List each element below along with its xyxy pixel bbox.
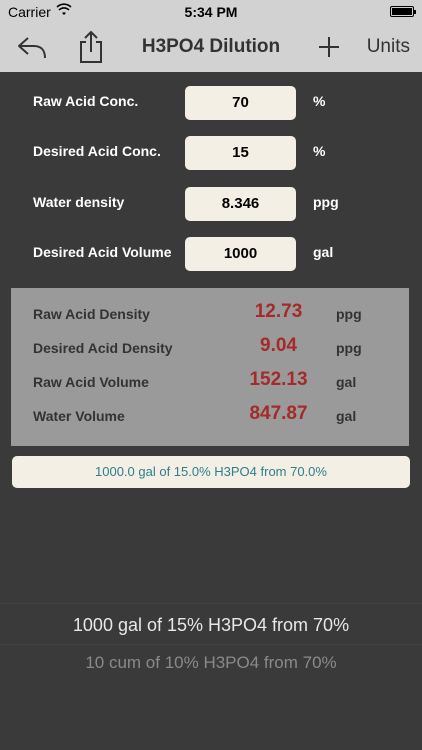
raw-acid-volume-unit: gal [336, 374, 357, 390]
raw-acid-conc-unit: % [313, 93, 326, 109]
add-icon[interactable] [316, 32, 342, 62]
raw-acid-density-unit: ppg [336, 306, 362, 322]
results-panel: Raw Acid Density 12.73 ppg Desired Acid … [11, 288, 409, 446]
desired-acid-density-value: 9.04 [260, 335, 297, 356]
desired-acid-density-unit: ppg [336, 340, 362, 356]
water-density-unit: ppg [313, 194, 339, 210]
page-title: H3PO4 Dilution [141, 36, 281, 57]
input-row-water-density: Water density 8.346 ppg [0, 187, 422, 227]
navigation-bar: H3PO4 Dilution Units [0, 24, 422, 72]
input-row-desired-acid-conc: Desired Acid Conc. 15 % [0, 136, 422, 176]
water-volume-label: Water Volume [33, 408, 125, 424]
picker-item[interactable]: 10 cum of 10% H3PO4 from 70% [0, 645, 422, 681]
water-density-label: Water density [33, 194, 125, 210]
preset-picker[interactable]: 1000 gal of 15% H3PO4 from 70% 10 cum of… [0, 603, 422, 683]
result-row-raw-acid-volume: Raw Acid Volume 152.13 gal [11, 366, 409, 394]
result-row-desired-acid-density: Desired Acid Density 9.04 ppg [11, 332, 409, 360]
battery-icon [390, 6, 416, 17]
result-row-raw-acid-density: Raw Acid Density 12.73 ppg [11, 298, 409, 326]
raw-acid-volume-value: 152.13 [249, 369, 308, 390]
summary-text: 1000.0 gal of 15.0% H3PO4 from 70.0% [12, 456, 410, 488]
desired-acid-volume-unit: gal [313, 244, 334, 260]
input-row-desired-acid-volume: Desired Acid Volume 1000 gal [0, 237, 422, 277]
raw-acid-density-label: Raw Acid Density [33, 306, 150, 322]
desired-acid-conc-unit: % [313, 143, 326, 159]
status-bar: Carrier 5:34 PM [0, 0, 422, 24]
units-button[interactable]: Units [367, 36, 410, 58]
desired-acid-conc-label: Desired Acid Conc. [33, 143, 161, 159]
desired-acid-volume-label: Desired Acid Volume [33, 244, 172, 260]
raw-acid-volume-label: Raw Acid Volume [33, 374, 149, 390]
desired-acid-volume-field[interactable]: 1000 [185, 237, 296, 271]
raw-acid-conc-label: Raw Acid Conc. [33, 93, 139, 109]
desired-acid-density-label: Desired Acid Density [33, 340, 173, 356]
desired-acid-conc-field[interactable]: 15 [185, 136, 296, 170]
input-row-raw-acid-conc: Raw Acid Conc. 70 % [0, 86, 422, 126]
raw-acid-conc-field[interactable]: 70 [185, 86, 296, 120]
clock: 5:34 PM [184, 4, 238, 20]
water-density-field[interactable]: 8.346 [185, 187, 296, 221]
water-volume-value: 847.87 [249, 403, 308, 424]
picker-selected-item[interactable]: 1000 gal of 15% H3PO4 from 70% [0, 603, 422, 645]
result-row-water-volume: Water Volume 847.87 gal [11, 400, 409, 428]
raw-acid-density-value: 12.73 [254, 301, 303, 322]
water-volume-unit: gal [336, 408, 357, 424]
